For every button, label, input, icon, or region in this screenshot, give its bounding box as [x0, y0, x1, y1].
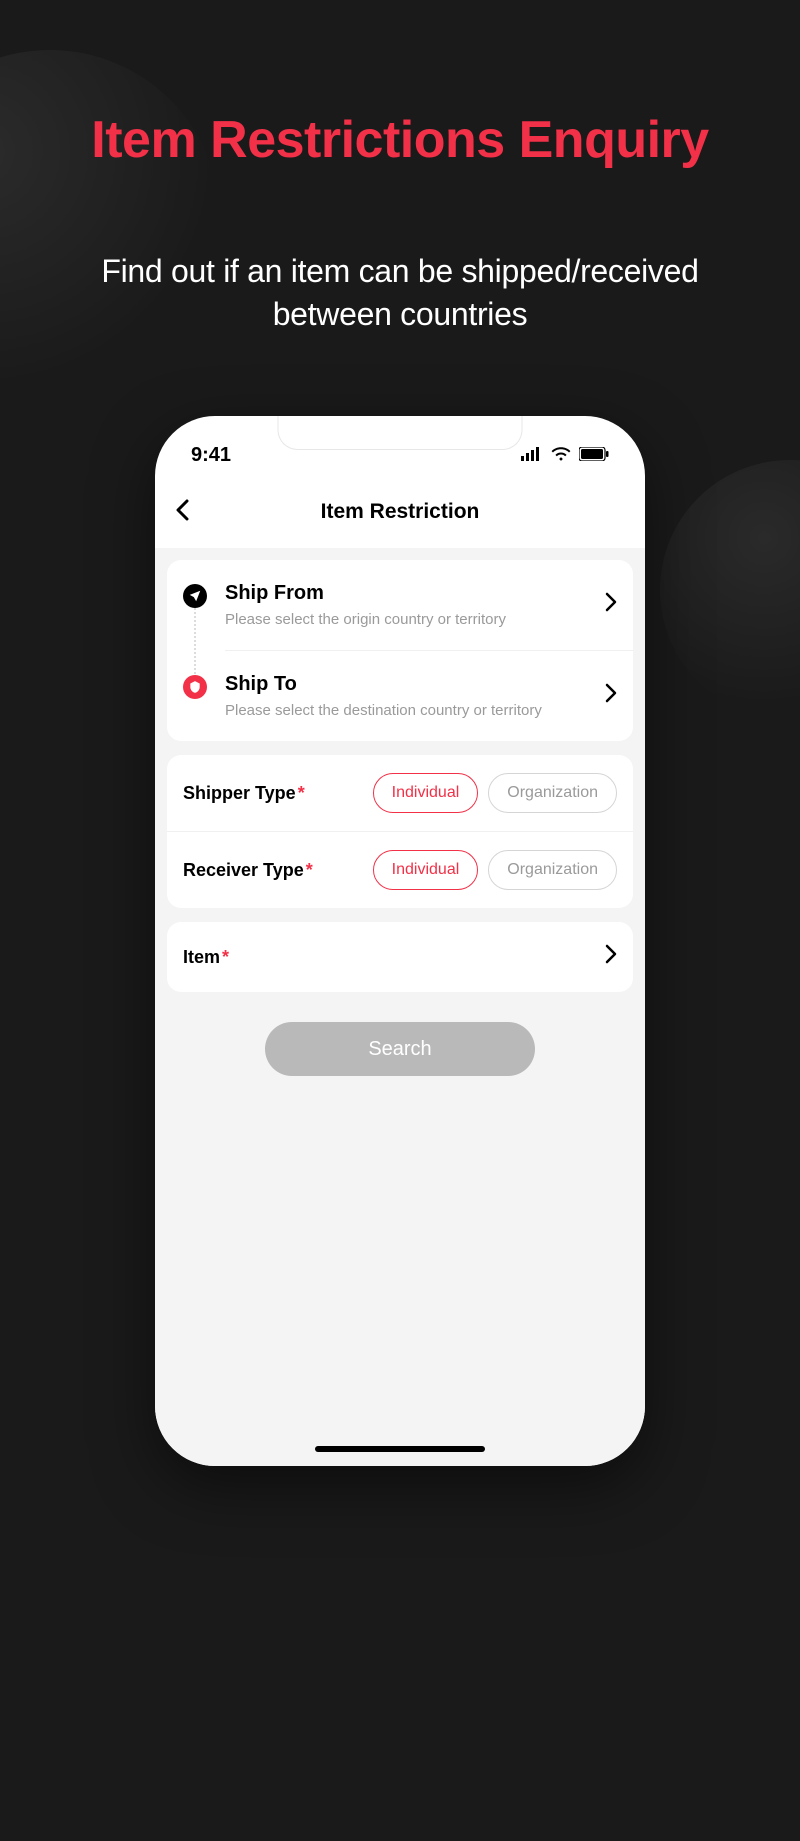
back-button[interactable]	[175, 497, 189, 528]
chevron-right-icon	[605, 683, 617, 709]
receiver-type-row: Receiver Type* Individual Organization	[167, 831, 633, 908]
shipper-organization-pill[interactable]: Organization	[488, 773, 617, 813]
ship-to-hint: Please select the destination country or…	[225, 702, 597, 719]
ship-card: Ship From Please select the origin count…	[167, 560, 633, 741]
content-area: Ship From Please select the origin count…	[155, 548, 645, 1088]
shipper-type-row: Shipper Type* Individual Organization	[167, 755, 633, 831]
status-time: 9:41	[191, 444, 231, 467]
item-row[interactable]: Item*	[167, 922, 633, 992]
receiver-organization-pill[interactable]: Organization	[488, 850, 617, 890]
receiver-individual-pill[interactable]: Individual	[373, 850, 479, 890]
item-card: Item*	[167, 922, 633, 992]
cellular-icon	[521, 444, 543, 467]
phone-notch	[278, 416, 523, 450]
battery-icon	[579, 444, 609, 467]
receiver-type-label: Receiver Type*	[183, 860, 363, 881]
home-indicator	[315, 1446, 485, 1452]
ship-from-icon	[183, 584, 207, 608]
shipper-individual-pill[interactable]: Individual	[373, 773, 479, 813]
screen-title: Item Restriction	[321, 500, 480, 524]
hero-subtitle: Find out if an item can be shipped/recei…	[0, 250, 800, 336]
navigation-bar: Item Restriction	[155, 476, 645, 548]
hero-title: Item Restrictions Enquiry	[0, 110, 800, 170]
wifi-icon	[551, 444, 571, 467]
phone-frame: 9:41 Item Restriction	[155, 416, 645, 1466]
type-card: Shipper Type* Individual Organization Re…	[167, 755, 633, 908]
background-circle	[660, 460, 800, 720]
chevron-right-icon	[605, 944, 617, 970]
ship-to-icon	[183, 675, 207, 699]
background-circle	[0, 50, 220, 390]
ship-from-label: Ship From	[225, 582, 597, 605]
chevron-right-icon	[605, 592, 617, 618]
ship-from-hint: Please select the origin country or terr…	[225, 611, 597, 628]
ship-from-row[interactable]: Ship From Please select the origin count…	[167, 560, 633, 650]
search-button[interactable]: Search	[265, 1022, 535, 1076]
app-screen: Item Restriction Ship From Please select…	[155, 476, 645, 1466]
ship-to-row[interactable]: Ship To Please select the destination co…	[167, 651, 633, 741]
shipper-type-label: Shipper Type*	[183, 783, 363, 804]
ship-to-label: Ship To	[225, 673, 597, 696]
item-label: Item*	[183, 947, 597, 968]
